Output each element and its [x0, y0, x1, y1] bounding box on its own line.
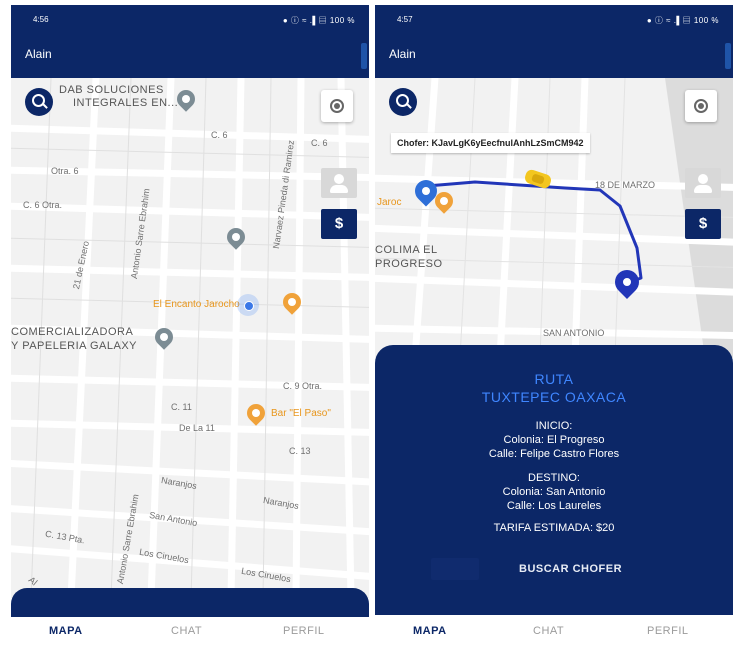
map-label-dab-2: INTEGRALES EN... — [73, 97, 179, 109]
current-location-icon — [237, 294, 259, 316]
route-title: RUTA — [534, 371, 574, 387]
bottom-sheet[interactable] — [11, 588, 369, 618]
nav-tab-perfil[interactable]: PERFIL — [647, 625, 689, 637]
map-label-street: De La 11 — [179, 423, 215, 433]
user-name: Alain — [25, 47, 52, 61]
destination-colonia: Colonia: San Antonio — [502, 486, 606, 498]
map-label-street: Otra. 6 — [51, 166, 79, 176]
map-label-poi: Bar "El Paso" — [271, 408, 331, 419]
app-bar: Alain — [11, 33, 369, 78]
map-label-street: C. 13 — [289, 446, 311, 456]
origin-heading: INICIO: — [535, 420, 573, 432]
destination-heading: DESTINO: — [528, 472, 580, 484]
map-label-poi: COMERCIALIZADORA — [11, 326, 134, 338]
bottom-navigation: MAPA CHAT PERFIL — [375, 617, 733, 645]
nav-tab-mapa[interactable]: MAPA — [413, 625, 447, 637]
menu-icon[interactable] — [725, 43, 731, 69]
status-bar: 4:56 ● ⓘ ≈ .▌▤ 100 % — [11, 5, 369, 33]
search-button[interactable] — [25, 88, 53, 116]
map-label-poi: Jaroc — [377, 197, 402, 208]
search-driver-button[interactable]: BUSCAR CHOFER — [519, 563, 622, 575]
map-view[interactable]: DAB SOLUCIONES INTEGRALES EN... C. 6 C. … — [11, 78, 369, 598]
route-details-sheet: RUTA TUXTEPEC OAXACA INICIO: Colonia: El… — [375, 345, 733, 615]
bottom-navigation: MAPA CHAT PERFIL — [11, 617, 369, 645]
origin-colonia: Colonia: El Progreso — [503, 434, 605, 446]
profile-button[interactable] — [685, 168, 721, 198]
fare-button[interactable]: $ — [685, 209, 721, 239]
destination-calle: Calle: Los Laureles — [506, 500, 602, 512]
nav-tab-chat[interactable]: CHAT — [171, 625, 202, 637]
status-time: 4:57 — [397, 15, 413, 24]
map-label-poi: Y PAPELERIA GALAXY — [11, 340, 137, 352]
phone-screen-route: 4:57 ● ⓘ ≈ .▌▤ 100 % Alain Chofer: KJavL… — [375, 5, 733, 645]
profile-button[interactable] — [321, 168, 357, 198]
status-bar: 4:57 ● ⓘ ≈ .▌▤ 100 % — [375, 5, 733, 33]
search-button[interactable] — [389, 88, 417, 116]
back-button[interactable] — [431, 558, 479, 580]
map-label-street: 18 DE MARZO — [595, 180, 656, 190]
status-icons: ● ⓘ ≈ .▌▤ 100 % — [282, 16, 355, 25]
route-city: TUXTEPEC OAXACA — [481, 389, 627, 405]
map-view[interactable]: Chofer: KJavLgK6yEecfnulAnhLzSmCM942 18 … — [375, 78, 733, 358]
map-label-street: C. 11 — [171, 402, 192, 412]
map-label-street: C. 6 Otra. — [23, 200, 63, 210]
map-label-street: C. 6 — [211, 130, 228, 140]
status-icons: ● ⓘ ≈ .▌▤ 100 % — [646, 16, 719, 25]
map-label-street: C. 9 Otra. — [283, 381, 323, 391]
nav-tab-mapa[interactable]: MAPA — [49, 625, 83, 637]
nav-tab-chat[interactable]: CHAT — [533, 625, 564, 637]
estimated-fare: TARIFA ESTIMADA: $20 — [493, 522, 615, 534]
map-label-dab: DAB SOLUCIONES — [59, 84, 164, 96]
my-location-button[interactable] — [685, 90, 717, 122]
status-time: 4:56 — [33, 15, 49, 24]
map-streets — [375, 78, 733, 358]
map-label-area: SAN ANTONIO — [543, 328, 605, 338]
phone-screen-map: 4:56 ● ⓘ ≈ .▌▤ 100 % Alain DAB SOLUCIONE… — [11, 5, 369, 645]
map-label-area: PROGRESO — [375, 258, 443, 270]
menu-icon[interactable] — [361, 43, 367, 69]
origin-calle: Calle: Felipe Castro Flores — [488, 448, 620, 460]
map-label-street: C. 6 — [311, 138, 328, 148]
user-name: Alain — [389, 47, 416, 61]
my-location-button[interactable] — [321, 90, 353, 122]
nav-tab-perfil[interactable]: PERFIL — [283, 625, 325, 637]
fare-button[interactable]: $ — [321, 209, 357, 239]
driver-info-window: Chofer: KJavLgK6yEecfnulAnhLzSmCM942 — [391, 133, 590, 153]
map-label-poi: El Encanto Jarocho — [153, 299, 240, 310]
app-bar: Alain — [375, 33, 733, 78]
map-label-area: COLIMA EL — [375, 244, 438, 256]
